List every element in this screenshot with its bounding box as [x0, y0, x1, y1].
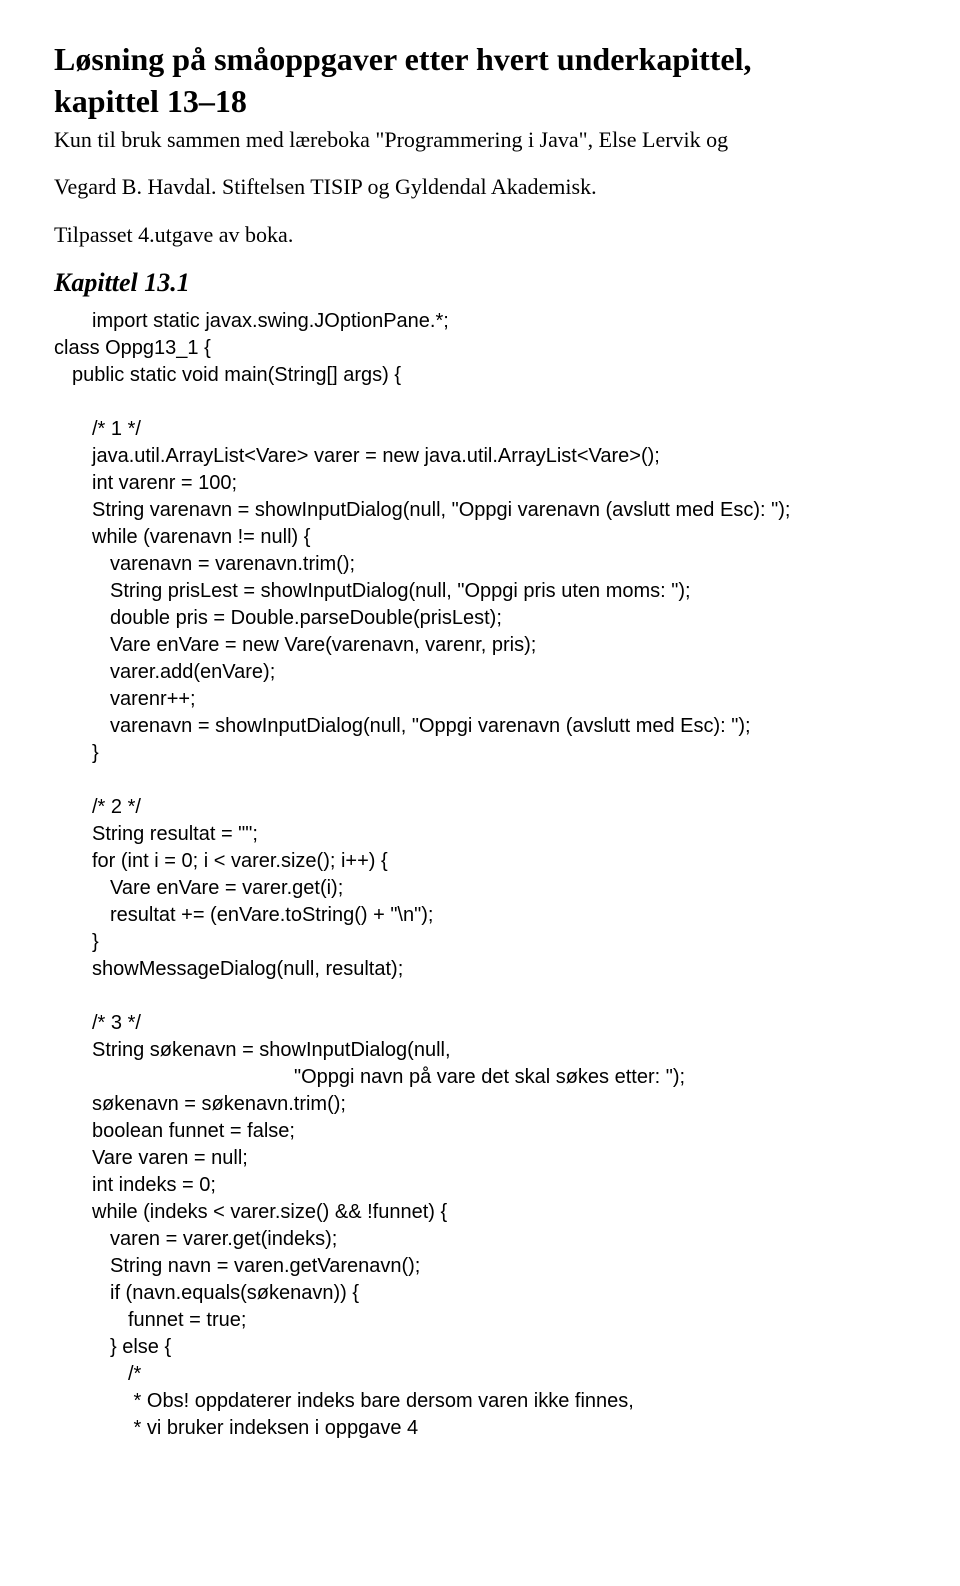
- code-line: "Oppgi navn på vare det skal søkes etter…: [54, 1064, 906, 1091]
- code-line: varer.add(enVare);: [54, 659, 906, 686]
- code-line: while (indeks < varer.size() && !funnet)…: [54, 1199, 906, 1226]
- code-line: public static void main(String[] args) {: [54, 362, 906, 389]
- code-line: String prisLest = showInputDialog(null, …: [54, 578, 906, 605]
- code-line: søkenavn = søkenavn.trim();: [54, 1091, 906, 1118]
- code-line: while (varenavn != null) {: [54, 524, 906, 551]
- doc-subtitle-line1: Kun til bruk sammen med læreboka "Progra…: [54, 125, 906, 155]
- code-line: varenavn = varenavn.trim();: [54, 551, 906, 578]
- code-line: for (int i = 0; i < varer.size(); i++) {: [54, 848, 906, 875]
- chapter-heading: Kapittel 13.1: [54, 268, 906, 298]
- code-line: import static javax.swing.JOptionPane.*;: [54, 308, 906, 335]
- code-line: Vare enVare = varer.get(i);: [54, 875, 906, 902]
- code-line: showMessageDialog(null, resultat);: [54, 956, 906, 983]
- code-line: String varenavn = showInputDialog(null, …: [54, 497, 906, 524]
- code-line: resultat += (enVare.toString() + "\n");: [54, 902, 906, 929]
- code-line: if (navn.equals(søkenavn)) {: [54, 1280, 906, 1307]
- code-line: class Oppg13_1 {: [54, 335, 906, 362]
- code-comment: /* 3 */: [54, 1010, 906, 1037]
- code-line: varenavn = showInputDialog(null, "Oppgi …: [54, 713, 906, 740]
- doc-title-line2: kapittel 13–18: [54, 82, 906, 120]
- code-comment: * Obs! oppdaterer indeks bare dersom var…: [54, 1388, 906, 1415]
- code-line: varen = varer.get(indeks);: [54, 1226, 906, 1253]
- code-line: } else {: [54, 1334, 906, 1361]
- code-comment: /* 2 */: [54, 794, 906, 821]
- code-line: int indeks = 0;: [54, 1172, 906, 1199]
- code-line: boolean funnet = false;: [54, 1118, 906, 1145]
- doc-subtitle-line2: Vegard B. Havdal. Stiftelsen TISIP og Gy…: [54, 172, 906, 202]
- code-comment: /*: [54, 1361, 906, 1388]
- code-line: int varenr = 100;: [54, 470, 906, 497]
- code-comment: /* 1 */: [54, 416, 906, 443]
- code-line: String søkenavn = showInputDialog(null,: [54, 1037, 906, 1064]
- code-line: Vare varen = null;: [54, 1145, 906, 1172]
- code-line: double pris = Double.parseDouble(prisLes…: [54, 605, 906, 632]
- doc-subtitle-line3: Tilpasset 4.utgave av boka.: [54, 220, 906, 250]
- code-line: Vare enVare = new Vare(varenavn, varenr,…: [54, 632, 906, 659]
- doc-title-line1: Løsning på småoppgaver etter hvert under…: [54, 40, 906, 78]
- code-comment: * vi bruker indeksen i oppgave 4: [54, 1415, 906, 1442]
- code-line: varenr++;: [54, 686, 906, 713]
- code-line: funnet = true;: [54, 1307, 906, 1334]
- code-line: String navn = varen.getVarenavn();: [54, 1253, 906, 1280]
- code-line: }: [54, 929, 906, 956]
- code-line: String resultat = "";: [54, 821, 906, 848]
- code-line: java.util.ArrayList<Vare> varer = new ja…: [54, 443, 906, 470]
- code-line: }: [54, 740, 906, 767]
